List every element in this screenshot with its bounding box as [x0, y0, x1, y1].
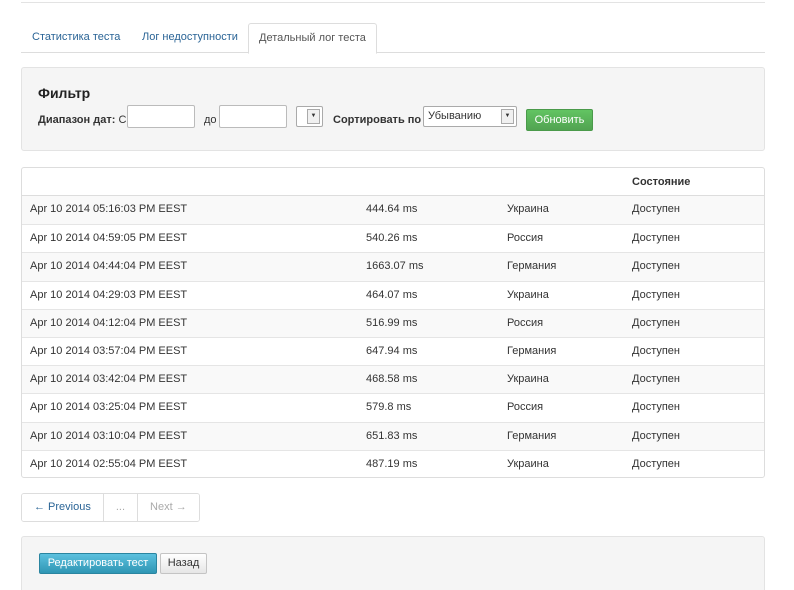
cell-location: Германия — [507, 429, 557, 442]
table-row: Apr 10 2014 05:16:03 PM EEST 444.64 ms Укр… — [22, 196, 764, 225]
cell-response-time: 651.83 ms — [366, 429, 418, 442]
cell-response-time: 444.64 ms — [366, 203, 418, 215]
cell-status: Доступен — [632, 232, 681, 245]
next-page-link[interactable]: Next → — [137, 494, 199, 521]
cell-time: Apr 10 2014 04:59:05 PM EEST — [30, 232, 188, 245]
table-row: Apr 10 2014 03:10:04 PM EEST 651.83 ms Гер… — [22, 421, 764, 450]
cell-status: Доступен — [632, 203, 681, 215]
date-from-input[interactable] — [127, 105, 195, 128]
date-range-label-text: Диапазон дат: — [38, 114, 116, 126]
cell-response-time: 468.58 ms — [366, 373, 418, 386]
cell-status: Доступен — [632, 401, 681, 414]
cell-time: Apr 10 2014 05:16:03 PM EEST — [30, 203, 188, 215]
cell-location: Украина — [507, 373, 549, 386]
table-header: Состояние — [22, 168, 764, 196]
cell-response-time: 579.8 ms — [366, 401, 412, 414]
cell-location: Украина — [507, 288, 549, 301]
cell-time: Apr 10 2014 04:29:03 PM EEST — [30, 288, 188, 301]
cell-location: Украина — [507, 457, 549, 470]
cell-status: Доступен — [632, 316, 681, 329]
table-row: Apr 10 2014 02:55:04 PM EEST 487.19 ms Укр… — [22, 449, 764, 477]
table-row: Apr 10 2014 04:59:05 PM EEST 540.26 ms Рос… — [22, 224, 764, 252]
back-button[interactable]: Назад — [160, 553, 207, 574]
cell-time: Apr 10 2014 04:12:04 PM EEST — [30, 316, 188, 329]
table-body: Apr 10 2014 05:16:03 PM EEST 444.64 ms Укр… — [22, 196, 764, 477]
cell-location: Россия — [507, 316, 544, 329]
cell-time: Apr 10 2014 03:25:04 PM EEST — [30, 401, 188, 414]
pagination-ellipsis: ... — [102, 494, 138, 521]
chevron-down-icon: ▼ — [307, 109, 320, 124]
pagination: ← Previous ... Next → — [21, 493, 200, 522]
cell-response-time: 516.99 ms — [366, 316, 418, 329]
cell-time: Apr 10 2014 03:42:04 PM EEST — [30, 373, 188, 386]
tab-test-statistics[interactable]: Статистика теста — [22, 23, 130, 53]
refresh-button[interactable]: Обновить — [526, 109, 593, 131]
previous-page-link[interactable]: ← Previous — [22, 494, 103, 521]
cell-response-time: 464.07 ms — [366, 288, 418, 301]
cell-status: Доступен — [632, 344, 681, 357]
edit-test-button[interactable]: Редактировать тест — [39, 553, 157, 574]
sort-order-select[interactable]: Убыванию ▼ — [423, 106, 517, 127]
cell-response-time: 1663.07 ms — [366, 260, 424, 273]
table-row: Apr 10 2014 04:44:04 PM EEST 1663.07 ms Ге… — [22, 252, 764, 281]
cell-time: Apr 10 2014 04:44:04 PM EEST — [30, 260, 188, 273]
cell-status: Доступен — [632, 457, 681, 470]
date-range-label: Диапазон дат: С: — [38, 114, 129, 126]
table-row: Apr 10 2014 03:57:04 PM EEST 647.94 ms Гер… — [22, 336, 764, 365]
cell-time: Apr 10 2014 03:10:04 PM EEST — [30, 429, 188, 442]
cell-response-time: 487.19 ms — [366, 457, 418, 470]
chevron-down-icon: ▼ — [501, 109, 514, 124]
tab-bar: Статистика теста Лог недоступности Детал… — [21, 23, 765, 54]
table-row: Apr 10 2014 03:25:04 PM EEST 579.8 ms Росс… — [22, 393, 764, 421]
cell-status: Доступен — [632, 429, 681, 442]
actions-panel: Редактировать тест Назад — [21, 536, 765, 590]
sort-label: Сортировать по : — [333, 114, 428, 126]
top-divider — [21, 2, 765, 3]
sort-label-text: Сортировать по : — [333, 114, 428, 126]
cell-status: Доступен — [632, 288, 681, 301]
cell-location: Германия — [507, 344, 557, 357]
tab-downtime-log[interactable]: Лог недоступности — [132, 23, 248, 53]
table-row: Apr 10 2014 04:29:03 PM EEST 464.07 ms Укр… — [22, 280, 764, 309]
cell-time: Apr 10 2014 03:57:04 PM EEST — [30, 344, 188, 357]
sort-order-value: Убыванию — [428, 110, 482, 122]
cell-location: Россия — [507, 401, 544, 414]
date-preset-dropdown[interactable]: ▼ — [296, 106, 323, 127]
cell-response-time: 647.94 ms — [366, 344, 418, 357]
cell-status: Доступен — [632, 260, 681, 273]
cell-location: Россия — [507, 232, 544, 245]
table-row: Apr 10 2014 03:42:04 PM EEST 468.58 ms Укр… — [22, 365, 764, 394]
cell-location: Германия — [507, 260, 557, 273]
table-row: Apr 10 2014 04:12:04 PM EEST 516.99 ms Рос… — [22, 308, 764, 337]
filter-panel: Фильтр Диапазон дат: С: до ▼ Сортировать… — [21, 67, 765, 151]
to-label: до — [204, 114, 217, 126]
log-table: Состояние Apr 10 2014 05:16:03 PM EEST 44… — [21, 167, 765, 478]
cell-time: Apr 10 2014 02:55:04 PM EEST — [30, 457, 188, 470]
filter-title: Фильтр — [38, 85, 91, 101]
cell-location: Украина — [507, 203, 549, 215]
cell-status: Доступен — [632, 373, 681, 386]
date-to-input[interactable] — [219, 105, 287, 128]
cell-response-time: 540.26 ms — [366, 232, 418, 245]
column-header-status: Состояние — [632, 176, 691, 188]
tab-detailed-log[interactable]: Детальный лог теста — [248, 23, 377, 54]
